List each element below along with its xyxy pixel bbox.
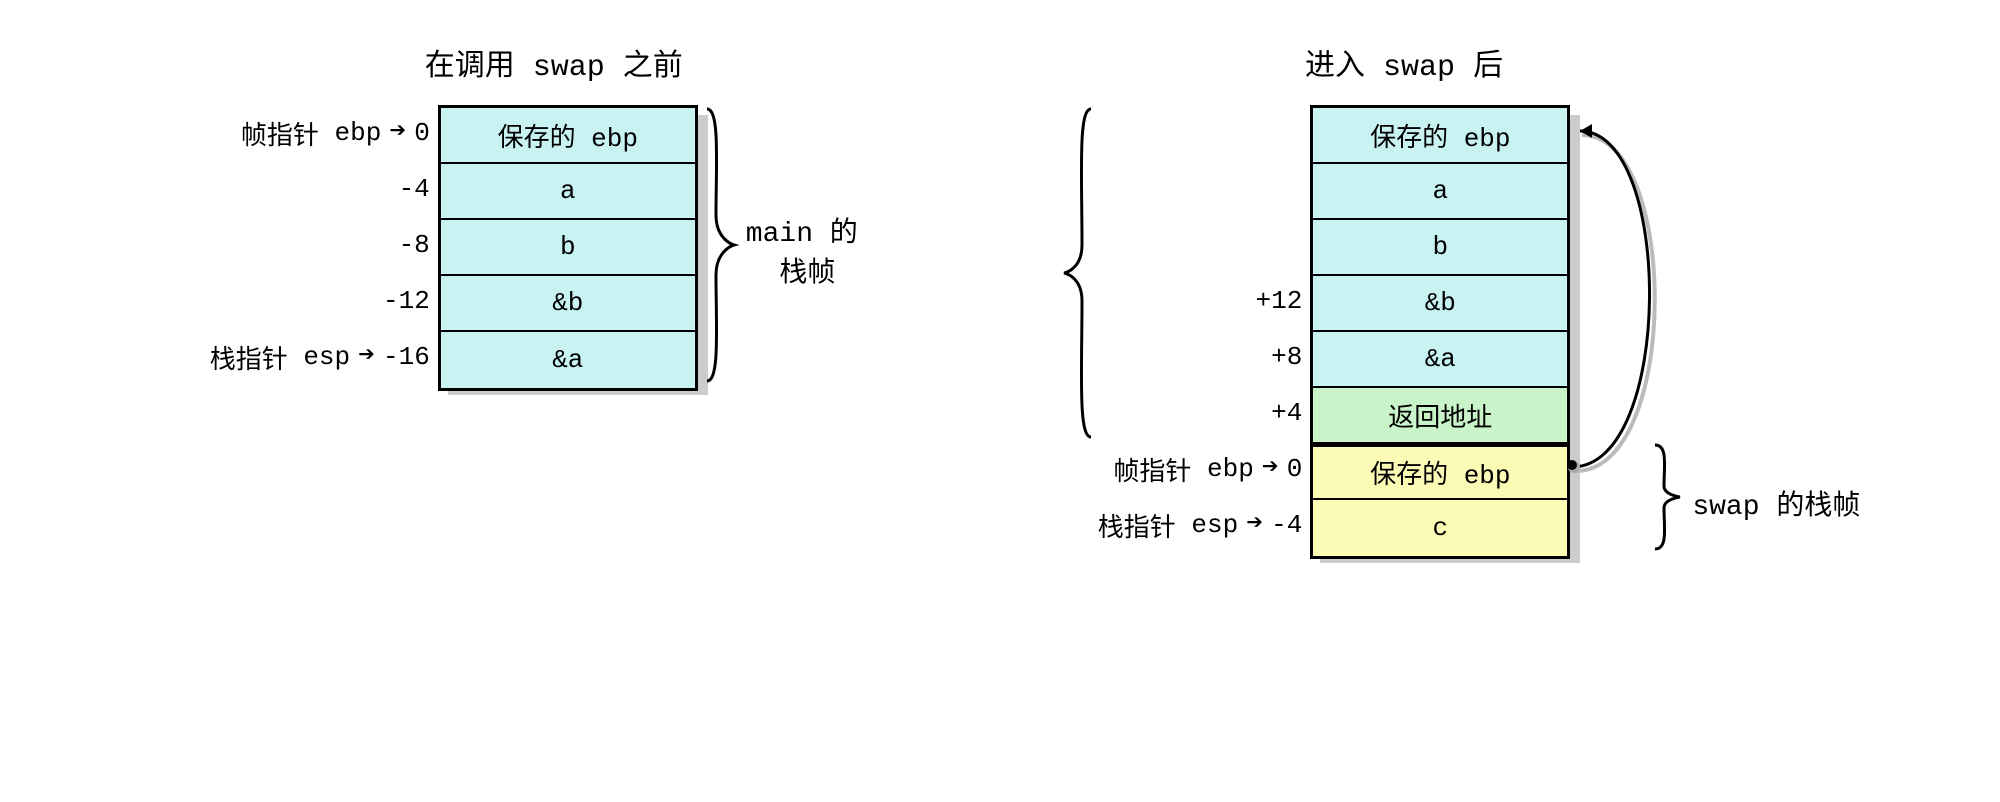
text: 进入 — [1305, 51, 1365, 85]
arrow-right-icon: ➔ — [1262, 455, 1279, 483]
offset-value: -4 — [399, 174, 430, 204]
stack-cell: 保存的 ebp — [1313, 444, 1567, 500]
stack-cell: 返回地址 — [1313, 388, 1567, 444]
arrow-right-icon: ➔ — [389, 119, 406, 147]
stack-cell: &b — [1313, 276, 1567, 332]
stack-column: 保存的 ebp a b &b &a 返回地址 保存的 ebp c — [1310, 105, 1570, 559]
stack-column: 保存的 ebp a b &b &a — [438, 105, 698, 391]
arrow-right-icon: ➔ — [1246, 511, 1263, 539]
stack-cell: a — [1313, 164, 1567, 220]
offset-row: +8 — [1271, 329, 1302, 385]
stack-cell: 保存的 ebp — [1313, 108, 1567, 164]
stack-cell: a — [441, 164, 695, 220]
text: ebp — [335, 118, 382, 148]
text: 在调用 — [425, 51, 515, 85]
left-offsets: 帧指针 ebp ➔ 0 -4 -8 -12 栈指针 esp ➔ -16 — [210, 105, 438, 385]
left-title: 在调用 swap 之前 — [210, 40, 898, 85]
stack-cell: &a — [441, 332, 695, 388]
offset-value: 0 — [1287, 454, 1303, 484]
text: 栈指针 — [1098, 507, 1176, 544]
offset-value: +12 — [1256, 286, 1303, 316]
right-stack: 保存的 ebp a b &b &a 返回地址 保存的 ebp c — [1310, 105, 1570, 559]
text: 之前 — [623, 51, 683, 85]
text: swap — [1383, 51, 1455, 85]
offset-value: -4 — [1271, 510, 1302, 540]
stack-cell: 保存的 ebp — [441, 108, 695, 164]
offset-value: -12 — [383, 286, 430, 316]
offset-row: 帧指针 ebp ➔ 0 — [241, 105, 430, 161]
left-stack: 保存的 ebp a b &b &a — [438, 105, 698, 391]
left-diagram: 在调用 swap 之前 帧指针 ebp ➔ 0 -4 -8 -12 栈指针 es… — [210, 40, 898, 391]
swap-brace-label: swap 的栈帧 — [1692, 483, 1860, 523]
right-offsets: +12 +8 +4 帧指针 ebp ➔ 0 栈指针 esp ➔ -4 — [1098, 105, 1311, 553]
stack-cell: b — [1313, 220, 1567, 276]
stack-diagram-container: 在调用 swap 之前 帧指针 ebp ➔ 0 -4 -8 -12 栈指针 es… — [40, 40, 1960, 559]
brace-label: main 的 栈帧 — [746, 210, 858, 290]
right-title: 进入 swap 后 — [1018, 40, 1791, 85]
text: ebp — [1207, 454, 1254, 484]
text: 栈帧 — [779, 259, 835, 290]
text: 后 — [1473, 51, 1503, 85]
stack-cell: &a — [1313, 332, 1567, 388]
offset-row: 栈指针 esp ➔ -16 — [210, 329, 430, 385]
text: 栈指针 — [210, 339, 288, 376]
stack-cell: b — [441, 220, 695, 276]
text: 帧指针 — [1113, 451, 1191, 488]
offset-row: 栈指针 esp ➔ -4 — [1098, 497, 1303, 553]
offset-row: -12 — [383, 273, 430, 329]
text: main 的 — [746, 219, 858, 250]
stack-cell: &b — [441, 276, 695, 332]
curly-brace-icon — [1056, 105, 1096, 441]
text: esp — [303, 342, 350, 372]
curly-brace-icon — [702, 105, 742, 385]
offset-value: 0 — [414, 118, 430, 148]
text: 帧指针 — [241, 115, 319, 152]
curly-brace-icon — [1650, 441, 1690, 553]
offset-value: +4 — [1271, 398, 1302, 428]
offset-row: +12 — [1256, 273, 1303, 329]
text: esp — [1191, 510, 1238, 540]
offset-row: +4 — [1271, 385, 1302, 441]
offset-row: 帧指针 ebp ➔ 0 — [1113, 441, 1302, 497]
offset-value: +8 — [1271, 342, 1302, 372]
arrow-right-icon: ➔ — [358, 343, 375, 371]
stack-cell: c — [1313, 500, 1567, 556]
offset-value: -8 — [399, 230, 430, 260]
right-diagram: 进入 swap 后 +12 +8 +4 帧指针 ebp ➔ — [1018, 40, 1791, 559]
offset-row: -4 — [399, 161, 430, 217]
offset-value: -16 — [383, 342, 430, 372]
offset-row: -8 — [399, 217, 430, 273]
text: swap — [533, 51, 605, 85]
